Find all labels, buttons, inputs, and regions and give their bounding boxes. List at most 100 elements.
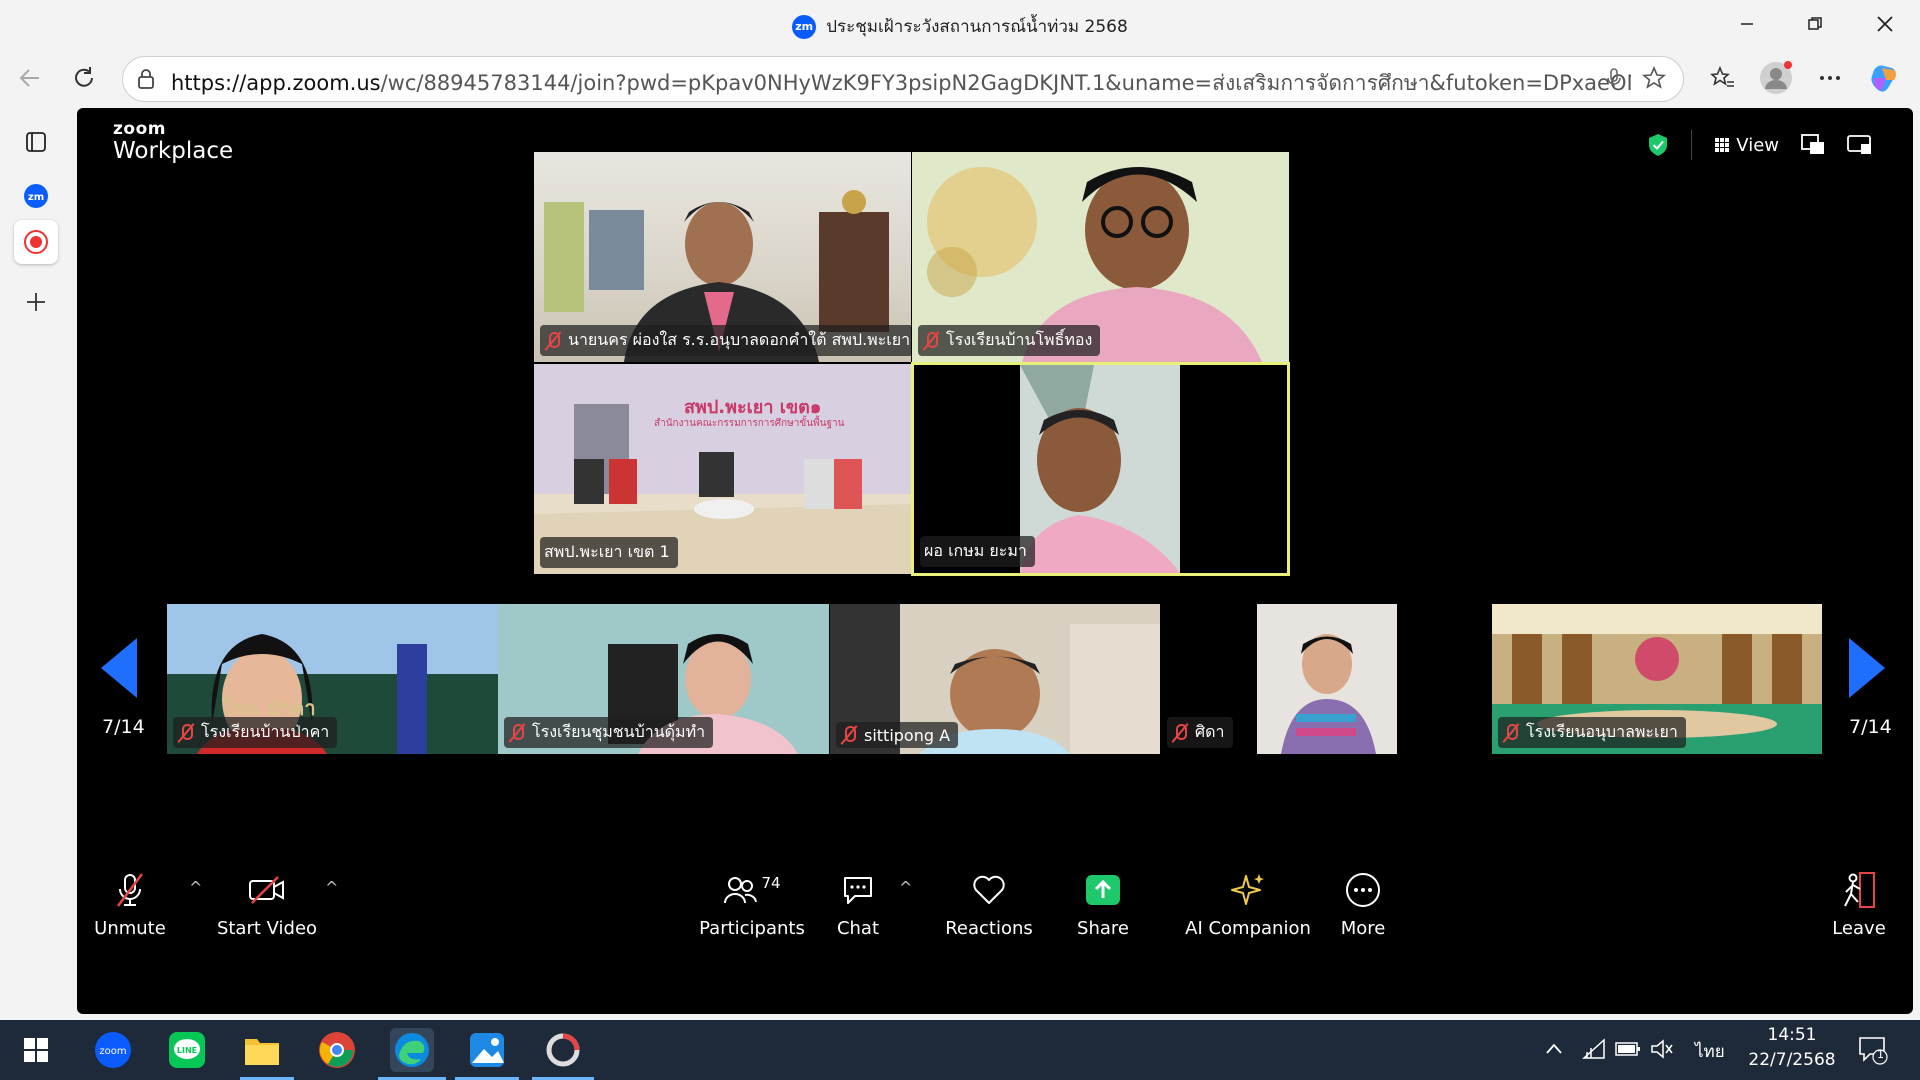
photos-icon [470,1033,504,1067]
ai-companion-button[interactable]: AI Companion [1185,868,1311,939]
window-title: zm ประชุมเฝ้าระวังสถานการณ์น้ำท่วม 2568 [0,13,1920,40]
taskbar-zoom-app[interactable]: zoom [91,1028,135,1072]
video-tile-2[interactable]: โรงเรียนบ้านโพธิ์ทอง [912,152,1289,362]
video-tile-4-active-speaker[interactable]: ผอ เกษม ยะมา [911,362,1290,576]
minimize-button[interactable] [1724,6,1770,42]
close-button[interactable] [1862,6,1908,42]
participant-name-label: โรงเรียนชุมชนบ้านดุ้มทำ [504,717,714,748]
taskbar-edge[interactable] [390,1028,434,1072]
back-button[interactable] [12,60,48,96]
participant-name-label: โรงเรียนบ้านป่าคา [173,717,338,748]
participant-name-label: นายนคร ผ่องใส ร.ร.อนุบาลดอกคำใต้ สพป.พะเ… [540,325,911,356]
taskbar-photos[interactable] [465,1028,509,1072]
address-bar[interactable]: https://app.zoom.us/wc/88945783144/join?… [122,56,1684,102]
mic-muted-icon [1171,723,1189,743]
picture-in-picture-icon[interactable] [1801,134,1825,156]
input-language[interactable]: ไทย [1695,1038,1725,1065]
page-indicator-left: 7/14 [102,716,145,738]
taskbar-photoscape[interactable] [541,1028,585,1072]
strip-tile-5[interactable]: โรงเรียนอนุบาลพะเยา [1492,604,1822,754]
mic-muted-icon [508,723,526,743]
start-video-button[interactable]: Start Video [205,868,329,939]
strip-tile-4[interactable]: ศิดา [1161,604,1491,754]
battery-icon[interactable] [1615,1040,1641,1058]
clock-date[interactable]: 22/7/2568 [1745,1050,1839,1070]
participant-name-label: สพป.พะเยา เขต 1 [540,537,678,568]
settings-more-button[interactable] [1812,60,1848,96]
browser-sidebar: zm [0,108,72,1018]
taskbar-chrome[interactable] [315,1028,359,1072]
more-ellipsis-icon [1346,873,1380,907]
voice-search-icon[interactable] [1605,67,1623,91]
zoom-app-icon: zoom [95,1032,131,1068]
participant-name-label: โรงเรียนอนุบาลพะเยา [1498,717,1686,748]
screen-layout-icon[interactable] [1847,134,1873,156]
participants-button[interactable]: 74 Participants [697,868,807,939]
taskbar-file-explorer[interactable] [240,1028,284,1072]
next-page-arrow-icon[interactable] [1849,638,1885,698]
wifi-icon[interactable] [1582,1038,1606,1060]
zoom-tab-icon: zm [792,15,817,39]
notifications-button[interactable]: 1 [1858,1035,1888,1070]
participant-name-label: ศิดา [1167,717,1233,748]
participants-count: 74 [761,874,781,892]
svg-text:zm: zm [28,192,44,203]
start-button[interactable] [14,1028,58,1072]
close-icon [1877,16,1893,32]
audio-options-chevron-icon[interactable]: ^ [189,878,202,897]
reload-button[interactable] [66,60,102,96]
minimize-icon [1741,23,1753,25]
taskbar-line-app[interactable]: LINE [165,1028,209,1072]
show-hidden-icons-chevron-icon[interactable] [1545,1042,1563,1056]
microphone-muted-icon [117,873,143,907]
zoom-tab-button[interactable]: zm [14,174,58,218]
recorder-tab-button[interactable] [14,220,58,264]
participants-icon [724,877,758,904]
mic-muted-icon [840,725,858,745]
share-screen-icon [1086,875,1120,905]
chrome-icon [319,1032,355,1068]
favorite-star-icon[interactable] [1641,65,1667,91]
share-button[interactable]: Share [1071,868,1135,939]
mic-muted-icon [1502,723,1520,743]
chat-options-chevron-icon[interactable]: ^ [899,878,912,897]
chat-button[interactable]: Chat [825,868,891,939]
leave-button[interactable]: Leave [1827,868,1891,939]
copilot-button[interactable] [1866,60,1902,96]
photoscape-icon [546,1033,580,1067]
favorites-button[interactable] [1704,60,1740,96]
strip-tile-2[interactable]: โรงเรียนชุมชนบ้านดุ้มทำ [498,604,829,754]
video-off-icon [249,876,284,904]
url-text[interactable]: https://app.zoom.us/wc/88945783144/join?… [171,67,1631,100]
prev-page-arrow-icon[interactable] [101,638,137,698]
unmute-button[interactable]: Unmute [83,868,177,939]
chat-bubble-icon [844,877,872,904]
back-arrow-icon [19,69,39,87]
video-options-chevron-icon[interactable]: ^ [325,878,338,897]
mic-muted-icon [544,331,562,351]
more-button[interactable]: More [1331,868,1395,939]
svg-text:zoom: zoom [99,1046,126,1057]
encryption-shield-icon[interactable] [1647,133,1669,157]
strip-tile-3[interactable]: sittipong A [830,604,1160,754]
participant-name-label: sittipong A [836,722,959,748]
profile-button[interactable] [1758,60,1794,96]
mic-muted-icon [177,723,195,743]
volume-muted-icon[interactable] [1650,1039,1674,1059]
tab-actions-button[interactable] [14,120,58,164]
video-tile-3[interactable]: สพป.พะเยา เขต๑ สำนักงานคณะกรรมการการศึกษ… [534,364,911,574]
notification-count: 1 [1877,1048,1884,1061]
clock-time[interactable]: 14:51 [1767,1025,1817,1045]
copilot-icon [1871,65,1896,92]
zoom-icon: zm [24,184,48,208]
site-info-icon[interactable] [135,67,157,91]
participant-name-label: ผอ เกษม ยะมา [920,536,1035,567]
strip-tile-1[interactable]: โรงเ ป่าคา โรงเรียนบ้านป่าคา [167,604,498,754]
favorites-list-icon [1710,65,1734,87]
new-tab-button[interactable] [14,280,58,324]
restore-button[interactable] [1792,6,1838,42]
video-tile-1[interactable]: นายนคร ผ่องใส ร.ร.อนุบาลดอกคำใต้ สพป.พะเ… [534,152,911,362]
view-button[interactable]: View [1714,135,1779,156]
profile-avatar-icon [1760,61,1792,94]
reactions-button[interactable]: Reactions [939,868,1039,939]
